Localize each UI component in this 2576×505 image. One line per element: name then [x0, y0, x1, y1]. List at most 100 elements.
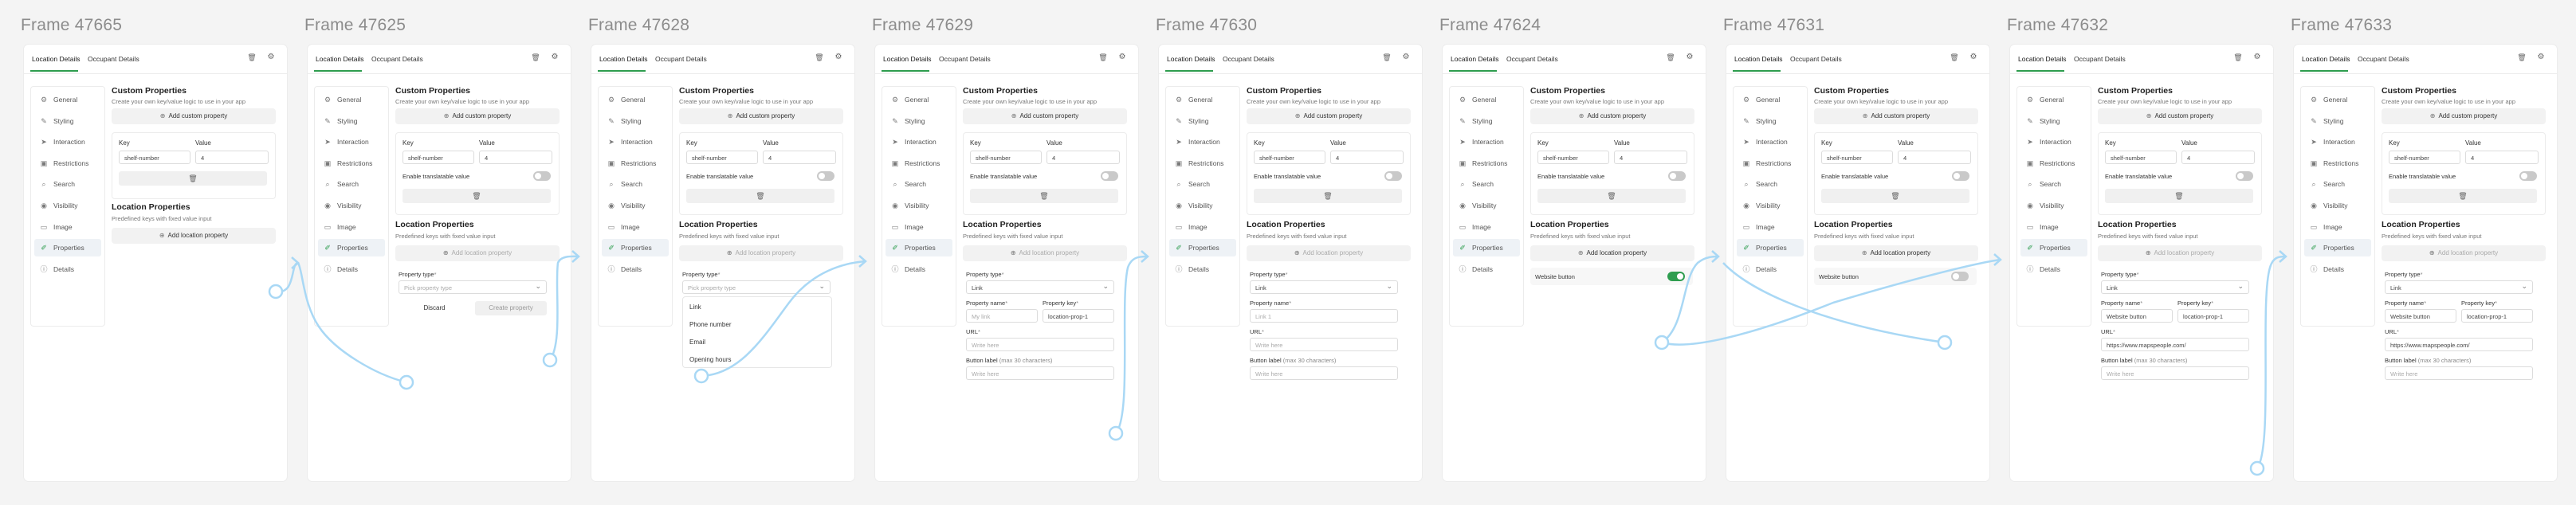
- delete-custom-property-button[interactable]: 🗑: [1821, 189, 1969, 203]
- property-key-input[interactable]: location-prop-1: [1043, 309, 1114, 323]
- sidebar-item-styling[interactable]: ✎ Styling: [602, 112, 669, 130]
- translatable-toggle[interactable]: [817, 171, 834, 181]
- sidebar-item-interaction[interactable]: ➤ Interaction: [602, 133, 669, 151]
- tab-location-details[interactable]: Location Details: [599, 55, 647, 63]
- add-custom-property-button[interactable]: ⊕ Add custom property: [1814, 108, 1978, 124]
- add-location-property-button[interactable]: ⊕ Add location property: [1247, 245, 1411, 261]
- sidebar-item-interaction[interactable]: ➤ Interaction: [2304, 133, 2371, 151]
- settings-icon[interactable]: ⚙: [1401, 53, 1411, 62]
- sidebar-item-search[interactable]: ⌕ Search: [1169, 175, 1236, 193]
- value-input[interactable]: 4: [1046, 151, 1120, 164]
- tab-occupant-details[interactable]: Occupant Details: [655, 55, 707, 63]
- discard-button[interactable]: Discard: [399, 301, 470, 315]
- sidebar-item-general[interactable]: ⚙ General: [2020, 91, 2087, 108]
- tab-location-details[interactable]: Location Details: [32, 55, 80, 63]
- translatable-toggle[interactable]: [1668, 171, 1686, 181]
- add-location-property-button[interactable]: ⊕ Add location property: [2098, 245, 2262, 261]
- sidebar-item-general[interactable]: ⚙ General: [886, 91, 952, 108]
- translatable-toggle[interactable]: [1384, 171, 1402, 181]
- tab-location-details[interactable]: Location Details: [1451, 55, 1498, 63]
- trash-icon[interactable]: 🗑: [531, 53, 540, 62]
- delete-custom-property-button[interactable]: 🗑: [402, 189, 551, 203]
- sidebar-item-image[interactable]: ▭ Image: [886, 218, 952, 236]
- website-button-toggle[interactable]: [1951, 272, 1969, 281]
- tab-occupant-details[interactable]: Occupant Details: [1223, 55, 1274, 63]
- website-button-toggle[interactable]: [1667, 272, 1685, 281]
- sidebar-item-styling[interactable]: ✎ Styling: [2304, 112, 2371, 130]
- sidebar-item-visibility[interactable]: ◉ Visibility: [886, 197, 952, 214]
- sidebar-item-styling[interactable]: ✎ Styling: [886, 112, 952, 130]
- property-key-input[interactable]: location-prop-1: [2461, 309, 2533, 323]
- sidebar-item-image[interactable]: ▭ Image: [602, 218, 669, 236]
- sidebar-item-visibility[interactable]: ◉ Visibility: [1737, 197, 1804, 214]
- sidebar-item-general[interactable]: ⚙ General: [1737, 91, 1804, 108]
- tab-location-details[interactable]: Location Details: [316, 55, 363, 63]
- sidebar-item-search[interactable]: ⌕ Search: [2304, 175, 2371, 193]
- property-key-input[interactable]: location-prop-1: [2177, 309, 2249, 323]
- sidebar-item-search[interactable]: ⌕ Search: [318, 175, 385, 193]
- add-location-property-button[interactable]: ⊕ Add location property: [1814, 245, 1978, 261]
- sidebar-item-restrictions[interactable]: ▣ Restrictions: [34, 155, 101, 172]
- sidebar-item-interaction[interactable]: ➤ Interaction: [1453, 133, 1520, 151]
- sidebar-item-styling[interactable]: ✎ Styling: [1737, 112, 1804, 130]
- translatable-toggle[interactable]: [2519, 171, 2537, 181]
- sidebar-item-image[interactable]: ▭ Image: [1453, 218, 1520, 236]
- tab-location-details[interactable]: Location Details: [883, 55, 931, 63]
- sidebar-item-visibility[interactable]: ◉ Visibility: [34, 197, 101, 214]
- sidebar-item-interaction[interactable]: ➤ Interaction: [2020, 133, 2087, 151]
- sidebar-item-details[interactable]: ⓘ Details: [1453, 260, 1520, 278]
- tab-occupant-details[interactable]: Occupant Details: [88, 55, 139, 63]
- url-input[interactable]: Write here: [1250, 338, 1398, 351]
- value-input[interactable]: 4: [1330, 151, 1404, 164]
- sidebar-item-properties[interactable]: ✐ Properties: [1737, 239, 1804, 257]
- trash-icon[interactable]: 🗑: [1382, 53, 1392, 62]
- sidebar-item-details[interactable]: ⓘ Details: [602, 260, 669, 278]
- tab-location-details[interactable]: Location Details: [2302, 55, 2350, 63]
- property-name-input[interactable]: My link: [966, 309, 1038, 323]
- trash-icon[interactable]: 🗑: [815, 53, 824, 62]
- dropdown-option-email[interactable]: Email: [689, 339, 705, 346]
- sidebar-item-search[interactable]: ⌕ Search: [602, 175, 669, 193]
- sidebar-item-restrictions[interactable]: ▣ Restrictions: [2304, 155, 2371, 172]
- add-custom-property-button[interactable]: ⊕ Add custom property: [2098, 108, 2262, 124]
- key-input[interactable]: shelf-number: [2105, 151, 2177, 164]
- sidebar-item-search[interactable]: ⌕ Search: [886, 175, 952, 193]
- trash-icon[interactable]: 🗑: [1098, 53, 1108, 62]
- sidebar-item-general[interactable]: ⚙ General: [2304, 91, 2371, 108]
- key-input[interactable]: shelf-number: [1537, 151, 1609, 164]
- property-type-select[interactable]: Link: [2385, 280, 2533, 294]
- sidebar-item-properties[interactable]: ✐ Properties: [2304, 239, 2371, 257]
- add-location-property-button[interactable]: ⊕ Add location property: [1530, 245, 1694, 261]
- sidebar-item-details[interactable]: ⓘ Details: [318, 260, 385, 278]
- delete-custom-property-button[interactable]: 🗑: [119, 171, 267, 186]
- sidebar-item-image[interactable]: ▭ Image: [318, 218, 385, 236]
- sidebar-item-general[interactable]: ⚙ General: [1169, 91, 1236, 108]
- delete-custom-property-button[interactable]: 🗑: [2389, 189, 2537, 203]
- delete-custom-property-button[interactable]: 🗑: [1254, 189, 1402, 203]
- sidebar-item-styling[interactable]: ✎ Styling: [34, 112, 101, 130]
- sidebar-item-image[interactable]: ▭ Image: [2020, 218, 2087, 236]
- add-custom-property-button[interactable]: ⊕ Add custom property: [395, 108, 560, 124]
- sidebar-item-visibility[interactable]: ◉ Visibility: [2020, 197, 2087, 214]
- key-input[interactable]: shelf-number: [2389, 151, 2460, 164]
- sidebar-item-search[interactable]: ⌕ Search: [1737, 175, 1804, 193]
- sidebar-item-restrictions[interactable]: ▣ Restrictions: [886, 155, 952, 172]
- sidebar-item-restrictions[interactable]: ▣ Restrictions: [318, 155, 385, 172]
- sidebar-item-details[interactable]: ⓘ Details: [1737, 260, 1804, 278]
- value-input[interactable]: 4: [2465, 151, 2539, 164]
- sidebar-item-search[interactable]: ⌕ Search: [1453, 175, 1520, 193]
- add-location-property-button[interactable]: ⊕ Add location property: [963, 245, 1127, 261]
- sidebar-item-visibility[interactable]: ◉ Visibility: [1453, 197, 1520, 214]
- trash-icon[interactable]: 🗑: [2517, 53, 2527, 62]
- sidebar-item-search[interactable]: ⌕ Search: [34, 175, 101, 193]
- tab-location-details[interactable]: Location Details: [2018, 55, 2066, 63]
- tab-occupant-details[interactable]: Occupant Details: [939, 55, 991, 63]
- sidebar-item-properties[interactable]: ✐ Properties: [2020, 239, 2087, 257]
- sidebar-item-visibility[interactable]: ◉ Visibility: [602, 197, 669, 214]
- translatable-toggle[interactable]: [533, 171, 551, 181]
- translatable-toggle[interactable]: [2236, 171, 2253, 181]
- value-input[interactable]: 4: [2181, 151, 2255, 164]
- property-type-select[interactable]: Link: [966, 280, 1114, 294]
- settings-icon[interactable]: ⚙: [550, 53, 560, 62]
- delete-custom-property-button[interactable]: 🗑: [686, 189, 834, 203]
